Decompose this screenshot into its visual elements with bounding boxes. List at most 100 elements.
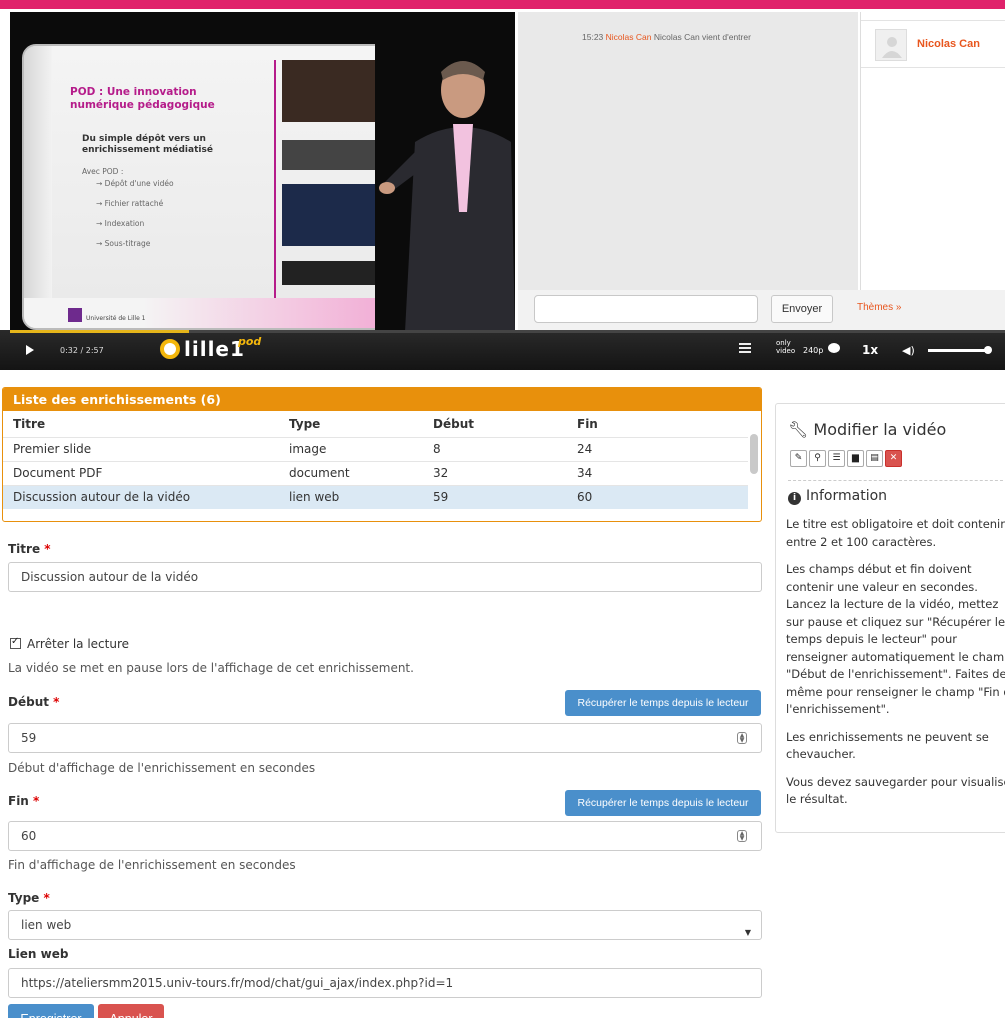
volume-icon[interactable]: ◀) bbox=[902, 344, 915, 357]
quality-selector[interactable]: 240p bbox=[803, 346, 823, 355]
checkbox-icon[interactable] bbox=[10, 636, 21, 649]
slide-side-band bbox=[24, 46, 52, 328]
chat-author[interactable]: Nicolas Can bbox=[606, 32, 652, 42]
cell-type: lien web bbox=[279, 484, 423, 509]
table-scrollbar[interactable] bbox=[750, 434, 758, 474]
slide-divider bbox=[274, 60, 276, 310]
university-logo-icon bbox=[68, 308, 82, 322]
cell-titre: Premier slide bbox=[3, 436, 279, 461]
divider bbox=[788, 480, 1005, 481]
info-panel: 🔧︎ Modifier la vidéo ✎ ⚲ ☰ ▆ ▤ ✕ i Information… bbox=[775, 403, 1005, 833]
fin-input[interactable]: 60 ▲ ▼ bbox=[8, 821, 762, 851]
stepper-icon[interactable]: ▲ ▼ bbox=[737, 732, 747, 744]
presentation-slide: POD : Une innovation numérique pédagogiq… bbox=[22, 44, 422, 330]
type-select[interactable]: lien web ▼ bbox=[8, 910, 762, 940]
information-heading: i Information bbox=[788, 488, 887, 505]
only-video-toggle[interactable]: only video bbox=[776, 339, 795, 355]
university-logo-text: Université de Lille 1 bbox=[86, 315, 146, 322]
avatar bbox=[875, 29, 907, 61]
fetch-start-time-button[interactable]: Récupérer le temps depuis le lecteur bbox=[565, 690, 761, 716]
time-separator: / bbox=[80, 346, 84, 355]
delete-icon[interactable]: ✕ bbox=[885, 450, 902, 467]
column-header: Titre bbox=[13, 416, 46, 431]
slide-subtitle: Du simple dépôt vers un enrichissement m… bbox=[82, 134, 213, 155]
logo-text: lille1 bbox=[184, 337, 245, 361]
player-controls: 0:32 / 2:57 lille1 pod only video 240p 1… bbox=[0, 330, 1005, 370]
file-icon[interactable]: ▆ bbox=[847, 450, 864, 467]
chat-input-bar: Envoyer Thèmes » bbox=[518, 290, 1005, 330]
chat-time: 15:23 bbox=[582, 32, 604, 42]
table-row-selected[interactable]: Discussion autour de la vidéo lien web 5… bbox=[3, 484, 748, 509]
film-icon[interactable]: ▤ bbox=[866, 450, 883, 467]
information-text: Le titre est obligatoire et doit conteni… bbox=[786, 516, 1005, 819]
stop-playback-label: Arrêter la lecture bbox=[27, 637, 129, 651]
enrichment-list-panel: Liste des enrichissements (6) Titre Type… bbox=[2, 387, 762, 522]
slide-item: → Indexation bbox=[96, 219, 145, 228]
info-paragraph: Les enrichissements ne peuvent se chevau… bbox=[786, 729, 989, 762]
presenter-image bbox=[375, 32, 515, 330]
debut-input[interactable]: 59 ▲ ▼ bbox=[8, 723, 762, 753]
slide-list: Avec POD : → Dépôt d'une vidéo → Fichier… bbox=[82, 166, 174, 250]
debut-label: Début * bbox=[8, 695, 60, 709]
stop-playback-help: La vidéo se met en pause lors de l'affic… bbox=[8, 661, 414, 675]
chevron-down-icon: ▼ bbox=[744, 928, 751, 937]
themes-link[interactable]: Thèmes » bbox=[857, 302, 901, 313]
cell-debut: 59 bbox=[423, 484, 567, 509]
column-header: Fin bbox=[577, 416, 598, 431]
paperclip-icon[interactable]: ⚲ bbox=[809, 450, 826, 467]
user-name: Nicolas Can bbox=[917, 38, 980, 50]
cell-fin: 24 bbox=[567, 436, 748, 461]
enrichment-list-title: Liste des enrichissements (6) bbox=[3, 388, 761, 411]
enrichment-table: Titre Type Début Fin Premier slide image… bbox=[3, 411, 748, 509]
lien-web-input[interactable]: https://ateliersmm2015.univ-tours.fr/mod… bbox=[8, 968, 762, 998]
save-button[interactable]: Enregistrer bbox=[8, 1004, 94, 1018]
cell-fin: 34 bbox=[567, 460, 748, 485]
chat-user-list: Nicolas Can bbox=[860, 12, 1005, 290]
info-paragraph: Le titre est obligatoire et doit conteni… bbox=[786, 517, 1005, 549]
cell-titre: Document PDF bbox=[3, 460, 279, 485]
info-paragraph: Les champs début et fin doivent contenir… bbox=[786, 562, 1005, 716]
logo-suffix: pod bbox=[238, 335, 262, 348]
pencil-icon[interactable]: ✎ bbox=[790, 450, 807, 467]
chat-bubble-icon[interactable] bbox=[828, 343, 840, 353]
play-icon[interactable] bbox=[26, 345, 34, 355]
fetch-end-time-button[interactable]: Récupérer le temps depuis le lecteur bbox=[565, 790, 761, 816]
fin-label: Fin * bbox=[8, 794, 40, 808]
type-label: Type * bbox=[8, 891, 50, 905]
current-time: 0:32 bbox=[60, 346, 78, 355]
slide-item: → Fichier rattaché bbox=[96, 199, 164, 208]
edit-toolbar: ✎ ⚲ ☰ ▆ ▤ ✕ bbox=[790, 450, 904, 467]
user-entry[interactable]: Nicolas Can bbox=[861, 20, 1005, 68]
duration: 2:57 bbox=[85, 346, 104, 355]
speed-selector[interactable]: 1x bbox=[862, 343, 878, 357]
user-icon bbox=[882, 37, 902, 58]
fin-help: Fin d'affichage de l'enrichissement en s… bbox=[8, 858, 296, 872]
slide-item: → Dépôt d'une vidéo bbox=[96, 179, 174, 188]
chat-message: 15:23 Nicolas Can Nicolas Can vient d'en… bbox=[582, 32, 751, 42]
stop-playback-checkbox[interactable]: Arrêter la lecture bbox=[10, 636, 129, 651]
progress-fill bbox=[10, 330, 190, 333]
slide-title: POD : Une innovation numérique pédagogiq… bbox=[70, 86, 215, 111]
chat-text: Nicolas Can vient d'entrer bbox=[653, 32, 751, 42]
cell-debut: 8 bbox=[423, 436, 567, 461]
column-header: Début bbox=[433, 416, 474, 431]
slide-item: → Sous-titrage bbox=[96, 239, 151, 248]
time-display: 0:32 / 2:57 bbox=[60, 346, 104, 355]
video-frame[interactable]: POD : Une innovation numérique pédagogiq… bbox=[10, 12, 515, 330]
table-row[interactable]: Document PDF document 32 34 bbox=[3, 460, 748, 485]
table-row[interactable]: Premier slide image 8 24 bbox=[3, 436, 748, 461]
only-label: only bbox=[776, 339, 791, 347]
chapters-menu-icon[interactable] bbox=[739, 343, 751, 355]
stepper-icon[interactable]: ▲ ▼ bbox=[737, 830, 747, 842]
volume-slider[interactable] bbox=[928, 349, 988, 352]
column-header: Type bbox=[289, 416, 321, 431]
chat-message-input[interactable] bbox=[534, 295, 758, 323]
list-icon[interactable]: ☰ bbox=[828, 450, 845, 467]
chat-send-button[interactable]: Envoyer bbox=[771, 295, 833, 323]
progress-bar[interactable] bbox=[10, 330, 1005, 333]
cell-titre: Discussion autour de la vidéo bbox=[3, 484, 279, 509]
cancel-button[interactable]: Annuler bbox=[98, 1004, 164, 1018]
volume-knob[interactable] bbox=[984, 346, 992, 354]
logo-circle-icon bbox=[160, 339, 180, 359]
titre-input[interactable]: Discussion autour de la vidéo bbox=[8, 562, 762, 592]
